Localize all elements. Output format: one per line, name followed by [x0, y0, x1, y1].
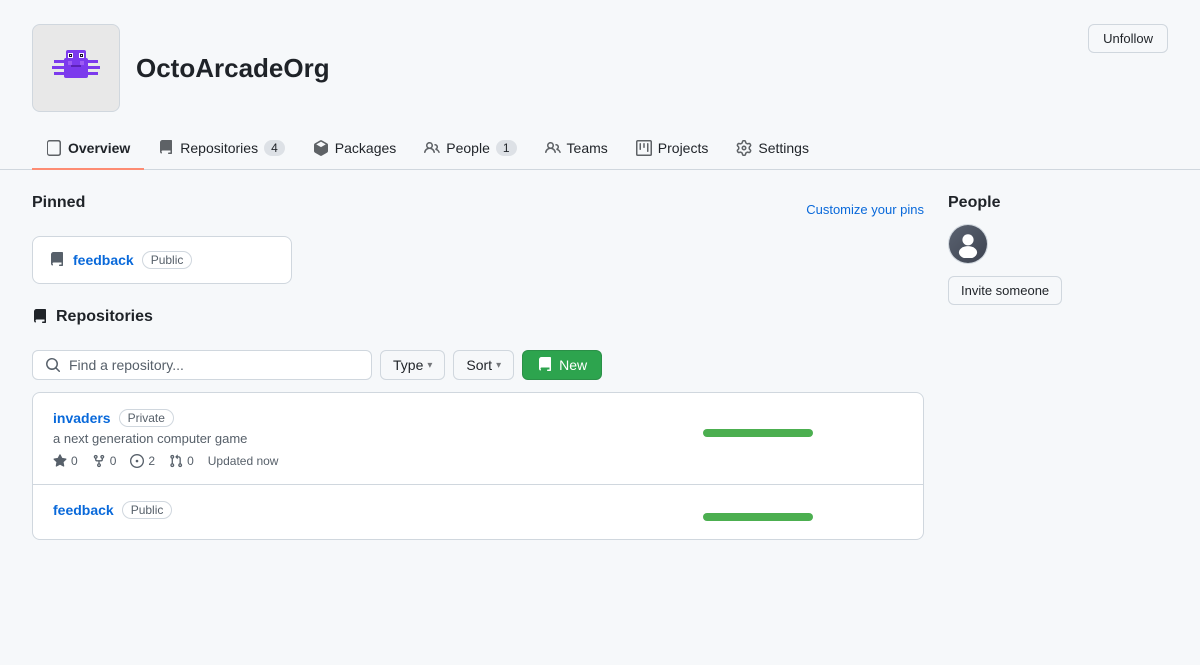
stars-invaders: 0 [53, 454, 78, 468]
fork-icon [92, 454, 106, 468]
pr-icon [169, 454, 183, 468]
sort-label: Sort [466, 357, 492, 373]
star-count-invaders: 0 [71, 454, 78, 468]
avatar-inner [949, 225, 987, 263]
type-label: Type [393, 357, 423, 373]
teams-nav-icon [545, 140, 561, 156]
pinned-section: Pinned Customize your pins feedback Publ… [32, 194, 924, 284]
people-badge: 1 [496, 140, 517, 156]
sort-chevron-icon: ▾ [496, 360, 501, 371]
repo-list: invaders Private a next generation compu… [32, 392, 924, 540]
forks-invaders: 0 [92, 454, 117, 468]
content-left: Pinned Customize your pins feedback Publ… [32, 194, 924, 540]
repositories-title: Repositories [56, 308, 153, 326]
people-nav-icon [424, 140, 440, 156]
pinned-repo-visibility-feedback: Public [142, 251, 193, 269]
updated-text-invaders: Updated now [208, 454, 279, 468]
nav-item-people[interactable]: People 1 [410, 128, 530, 170]
org-header: OctoArcadeOrg Unfollow [0, 0, 1200, 112]
star-icon [53, 454, 67, 468]
settings-nav-icon [736, 140, 752, 156]
repo-item-right-invaders [703, 409, 903, 437]
pinned-card-feedback: feedback Public [32, 236, 292, 284]
repo-item-left-feedback: feedback Public [53, 501, 703, 523]
repo-item-right-feedback [703, 501, 903, 521]
repo-visibility-invaders: Private [119, 409, 174, 427]
issues-icon [130, 454, 144, 468]
type-dropdown-button[interactable]: Type ▾ [380, 350, 445, 380]
table-row: invaders Private a next generation compu… [33, 393, 923, 485]
page-wrapper: OctoArcadeOrg Unfollow Overview Reposito… [0, 0, 1200, 564]
sort-dropdown-button[interactable]: Sort ▾ [453, 350, 514, 380]
repo-controls: Type ▾ Sort ▾ New [32, 350, 924, 380]
repositories-badge: 4 [264, 140, 285, 156]
nav-label-overview: Overview [68, 140, 130, 156]
repo-item-title-invaders: invaders Private [53, 409, 703, 427]
lang-bar-feedback [703, 513, 813, 521]
projects-nav-icon [636, 140, 652, 156]
nav-label-packages: Packages [335, 140, 396, 156]
nav-item-teams[interactable]: Teams [531, 128, 622, 170]
new-repo-label: New [559, 357, 587, 373]
org-avatar [32, 24, 120, 112]
org-header-left: OctoArcadeOrg [32, 24, 330, 112]
repo-name-invaders[interactable]: invaders [53, 410, 111, 426]
org-avatar-icon [46, 38, 106, 98]
packages-nav-icon [313, 140, 329, 156]
nav-item-repositories[interactable]: Repositories 4 [144, 128, 299, 170]
repos-header: Repositories [32, 308, 924, 338]
repo-nav-icon [158, 140, 174, 156]
table-row: feedback Public [33, 485, 923, 539]
nav-item-packages[interactable]: Packages [299, 128, 410, 170]
repo-search-input[interactable] [69, 357, 359, 373]
unfollow-button[interactable]: Unfollow [1088, 24, 1168, 53]
people-sidebar-title: People [948, 194, 1168, 212]
new-repo-button[interactable]: New [522, 350, 602, 380]
content-right: People Invite someone [948, 194, 1168, 540]
nav-label-projects: Projects [658, 140, 709, 156]
org-nav: Overview Repositories 4 Packages People … [0, 128, 1200, 170]
nav-item-settings[interactable]: Settings [722, 128, 823, 170]
overview-icon [46, 140, 62, 156]
invite-someone-button[interactable]: Invite someone [948, 276, 1062, 305]
repositories-section: Repositories Type ▾ [32, 308, 924, 540]
repo-visibility-feedback: Public [122, 501, 173, 519]
repo-search-box [32, 350, 372, 380]
people-section: People Invite someone [948, 194, 1168, 305]
customize-pins-link[interactable]: Customize your pins [806, 202, 924, 217]
prs-invaders: 0 [169, 454, 194, 468]
issues-count-invaders: 2 [148, 454, 155, 468]
main-content: Pinned Customize your pins feedback Publ… [0, 170, 1200, 564]
repo-meta-invaders: 0 0 2 [53, 454, 703, 468]
nav-label-teams: Teams [567, 140, 608, 156]
repo-desc-invaders: a next generation computer game [53, 431, 703, 446]
updated-invaders: Updated now [208, 454, 279, 468]
pinned-repo-name-feedback[interactable]: feedback [73, 252, 134, 268]
type-chevron-icon: ▾ [427, 360, 432, 371]
repo-item-left-invaders: invaders Private a next generation compu… [53, 409, 703, 468]
repo-item-title-feedback: feedback Public [53, 501, 703, 519]
new-repo-icon [537, 357, 553, 373]
lang-bar-invaders [703, 429, 813, 437]
nav-item-overview[interactable]: Overview [32, 128, 144, 170]
person-silhouette-icon [954, 230, 982, 258]
pinned-title: Pinned [32, 194, 85, 212]
repositories-section-title: Repositories [32, 308, 153, 326]
nav-item-projects[interactable]: Projects [622, 128, 723, 170]
person-avatar[interactable] [948, 224, 988, 264]
repo-icon [49, 252, 65, 268]
search-icon [45, 357, 61, 373]
nav-label-settings: Settings [758, 140, 809, 156]
nav-label-repositories: Repositories [180, 140, 258, 156]
issues-invaders: 2 [130, 454, 155, 468]
pinned-grid: feedback Public [32, 236, 924, 284]
people-avatars [948, 224, 1168, 264]
repositories-icon [32, 309, 48, 325]
pr-count-invaders: 0 [187, 454, 194, 468]
org-name: OctoArcadeOrg [136, 53, 330, 84]
repo-name-feedback[interactable]: feedback [53, 502, 114, 518]
nav-label-people: People [446, 140, 490, 156]
fork-count-invaders: 0 [110, 454, 117, 468]
